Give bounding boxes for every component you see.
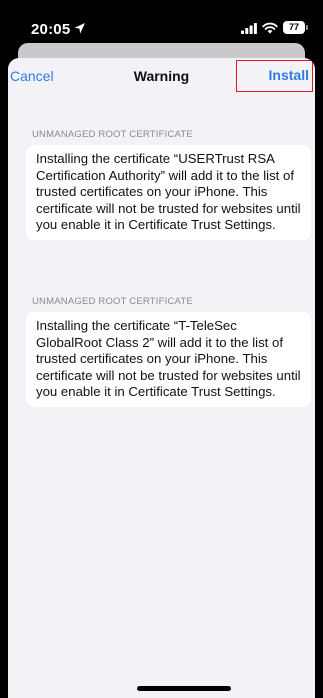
battery-nub [306, 25, 308, 30]
certificate-warning-card-2: Installing the certificate “T-TeleSec Gl… [26, 312, 311, 407]
warning-sheet: Cancel Warning Install UNMANAGED ROOT CE… [8, 58, 315, 698]
cellular-signal-icon [241, 23, 257, 34]
wifi-icon [262, 22, 278, 34]
status-time: 20:05 [31, 21, 71, 38]
certificate-warning-card-1: Installing the certificate “USERTrust RS… [26, 145, 311, 240]
location-arrow-icon [74, 23, 85, 34]
section-header-1: UNMANAGED ROOT CERTIFICATE [32, 129, 193, 140]
section-header-2: UNMANAGED ROOT CERTIFICATE [32, 296, 193, 307]
install-button[interactable]: Install [236, 60, 313, 92]
home-indicator[interactable] [137, 686, 231, 691]
battery-icon: 77 [283, 21, 305, 34]
